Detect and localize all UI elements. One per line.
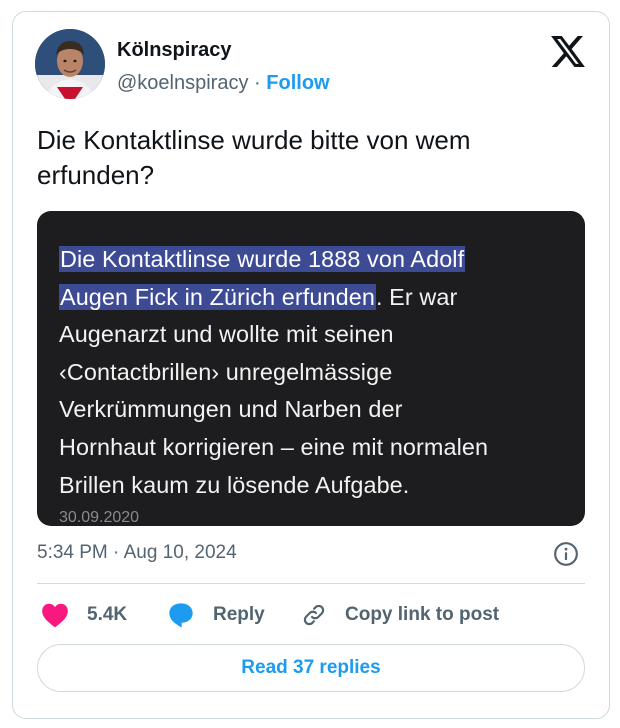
text-line-6: Hornhaut korrigieren – eine mit normalen [59, 433, 489, 460]
author-display-name[interactable]: Kölnspiracy [117, 39, 231, 62]
media-date: 30.09.2020 [59, 509, 140, 526]
reply-bubble-icon [169, 603, 193, 628]
link-icon [303, 604, 325, 626]
like-count: 5.4K [87, 604, 128, 625]
read-replies-button[interactable]: Read 37 replies [37, 644, 585, 692]
media-text: Die Kontaktlinse wurde 1888 von Adolf Au… [59, 241, 569, 504]
highlighted-text-line-1: Die Kontaktlinse wurde 1888 von Adolf [59, 246, 466, 272]
x-logo-icon[interactable] [551, 36, 585, 67]
embedded-post-card: Kölnspiracy @koelnspiracy · Follow Die K… [12, 11, 610, 719]
separator-dot: · [254, 72, 261, 94]
info-icon[interactable] [553, 541, 579, 567]
action-bar: 5.4K Reply Copy link to post [37, 600, 597, 630]
author-handle-row: @koelnspiracy · Follow [117, 72, 330, 95]
post-text: Die Kontaktlinse wurde bitte von wem erf… [37, 125, 471, 190]
like-button[interactable]: 5.4K [41, 600, 127, 630]
post-timestamp[interactable]: 5:34 PM · Aug 10, 2024 [37, 542, 237, 564]
highlighted-text-line-2: Augen Fick in Zürich erfunden [59, 283, 376, 310]
text-line-7: Brillen kaum zu lösende Aufgabe. [59, 471, 410, 498]
text-line-3: Augenarzt und wollte mit seinen [59, 321, 394, 348]
post-media-image[interactable]: Die Kontaktlinse wurde 1888 von Adolf Au… [37, 211, 585, 526]
avatar[interactable] [35, 29, 105, 99]
reply-button[interactable]: Reply [167, 600, 265, 630]
text-line-4: ‹Contactbrillen› unregelmässige [59, 358, 393, 385]
copy-link-label: Copy link to post [345, 604, 500, 625]
reply-label: Reply [213, 604, 265, 625]
heart-icon [42, 603, 68, 628]
author-handle[interactable]: @koelnspiracy [117, 72, 248, 94]
divider [37, 583, 585, 584]
text-line-2-rest: . Er war [375, 283, 458, 310]
follow-button[interactable]: Follow [266, 72, 329, 94]
copy-link-button[interactable]: Copy link to post [301, 600, 499, 630]
text-line-5: Verkrümmungen und Narben der [59, 396, 403, 423]
